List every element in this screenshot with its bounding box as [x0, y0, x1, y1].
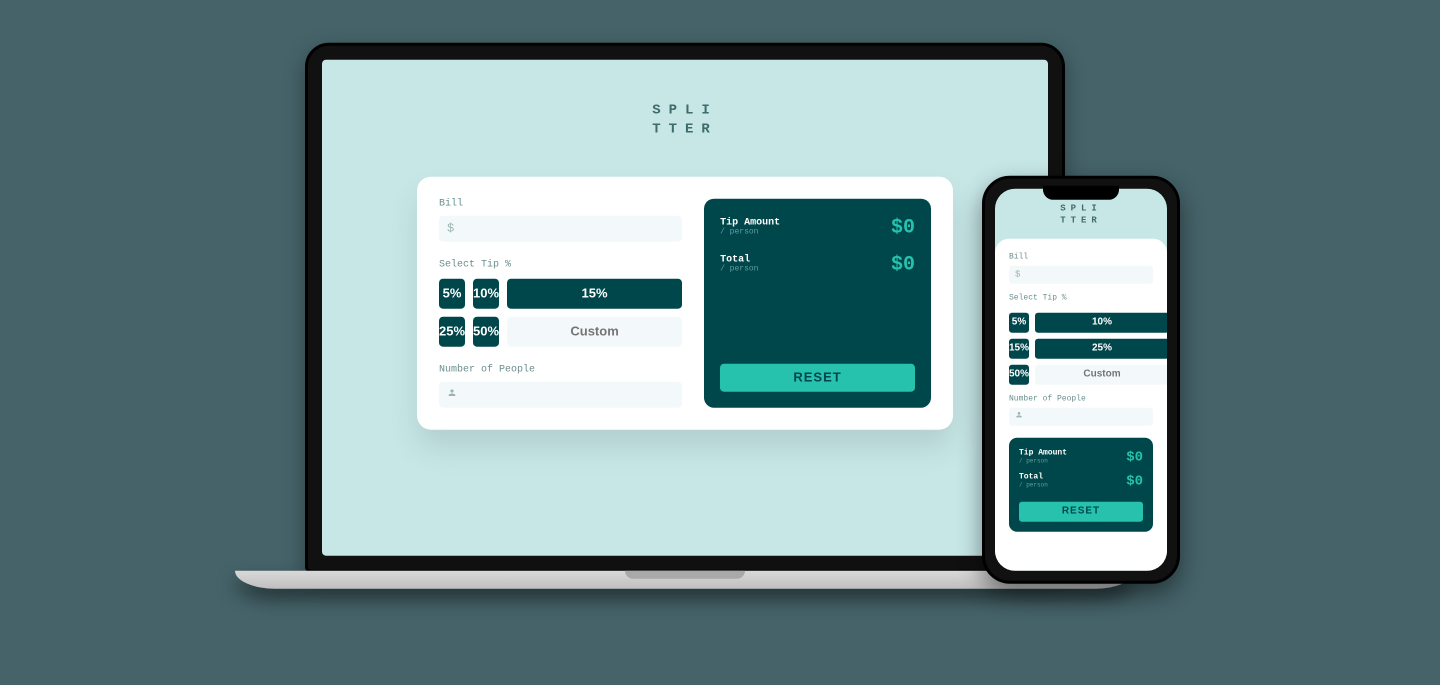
total-value-mobile: $0 [1126, 474, 1143, 490]
bill-label: Bill [439, 198, 682, 209]
tip-option-10[interactable]: 10% [473, 278, 499, 308]
phone-device: SPLI TTER Bill $ Select Tip % 5% 10% 15%… [982, 175, 1180, 583]
total-row: Total / person $0 [720, 253, 915, 276]
bill-input-mobile[interactable]: $ [1009, 266, 1153, 284]
people-input[interactable] [439, 381, 682, 407]
tip-amount-sub-mobile: / person [1019, 459, 1067, 466]
inputs-panel: Bill $ Select Tip % 5% 10% 15% 25% 50% [439, 198, 682, 407]
person-icon [1015, 411, 1023, 422]
tip-amount-row-mobile: Tip Amount / person $0 [1019, 450, 1143, 466]
tip-option-15[interactable]: 15% [507, 278, 682, 308]
bill-input[interactable]: $ [439, 215, 682, 241]
app-logo: SPLI TTER [652, 101, 718, 140]
tip-option-10-mobile[interactable]: 10% [1035, 313, 1167, 333]
tip-label: Select Tip % [439, 259, 682, 270]
total-row-mobile: Total / person $0 [1019, 474, 1143, 490]
tip-label-mobile: Select Tip % [1009, 294, 1153, 303]
tip-custom-input-mobile[interactable] [1035, 365, 1167, 385]
logo-line-2-mobile: TTER [995, 214, 1167, 226]
results-panel-mobile: Tip Amount / person $0 Total / person $0… [1009, 438, 1153, 532]
tip-amount-sub: / person [720, 229, 780, 238]
tip-amount-value-mobile: $0 [1126, 450, 1143, 466]
laptop-bezel: SPLI TTER Bill $ Select Tip % 5% 10% 15% [305, 42, 1065, 572]
app-logo-mobile: SPLI TTER [995, 202, 1167, 226]
phone-notch [1043, 185, 1119, 199]
people-input-mobile[interactable] [1009, 408, 1153, 426]
reset-button-mobile[interactable]: RESET [1019, 502, 1143, 522]
tip-options-mobile: 5% 10% 15% 25% 50% [1009, 313, 1153, 385]
calculator-card-mobile: Bill $ Select Tip % 5% 10% 15% 25% 50% N… [995, 239, 1167, 571]
logo-line-1: SPLI [652, 101, 718, 121]
tip-option-5[interactable]: 5% [439, 278, 465, 308]
phone-bezel: SPLI TTER Bill $ Select Tip % 5% 10% 15%… [982, 175, 1180, 583]
tip-option-15-mobile[interactable]: 15% [1009, 339, 1029, 359]
tip-custom-input[interactable] [507, 316, 682, 346]
total-sub: / person [720, 266, 758, 275]
tip-amount-value: $0 [891, 216, 915, 239]
dollar-icon: $ [1015, 270, 1020, 280]
people-label: Number of People [439, 364, 682, 375]
total-sub-mobile: / person [1019, 483, 1048, 490]
results-panel: Tip Amount / person $0 Total / person $0… [704, 198, 931, 407]
phone-screen: SPLI TTER Bill $ Select Tip % 5% 10% 15%… [995, 188, 1167, 570]
tip-option-5-mobile[interactable]: 5% [1009, 313, 1029, 333]
reset-button[interactable]: RESET [720, 363, 915, 391]
person-icon [447, 387, 457, 401]
people-label-mobile: Number of People [1009, 395, 1153, 404]
tip-option-50-mobile[interactable]: 50% [1009, 365, 1029, 385]
tip-option-25[interactable]: 25% [439, 316, 465, 346]
total-value: $0 [891, 253, 915, 276]
tip-options: 5% 10% 15% 25% 50% [439, 278, 682, 346]
tip-option-50[interactable]: 50% [473, 316, 499, 346]
logo-line-1-mobile: SPLI [995, 202, 1167, 214]
tip-amount-row: Tip Amount / person $0 [720, 216, 915, 239]
tip-option-25-mobile[interactable]: 25% [1035, 339, 1167, 359]
dollar-icon: $ [447, 221, 454, 235]
logo-line-2: TTER [652, 121, 718, 141]
laptop-screen: SPLI TTER Bill $ Select Tip % 5% 10% 15% [322, 59, 1048, 555]
calculator-card: Bill $ Select Tip % 5% 10% 15% 25% 50% [417, 176, 953, 429]
bill-label-mobile: Bill [1009, 253, 1153, 262]
laptop-hinge-notch [625, 570, 745, 578]
